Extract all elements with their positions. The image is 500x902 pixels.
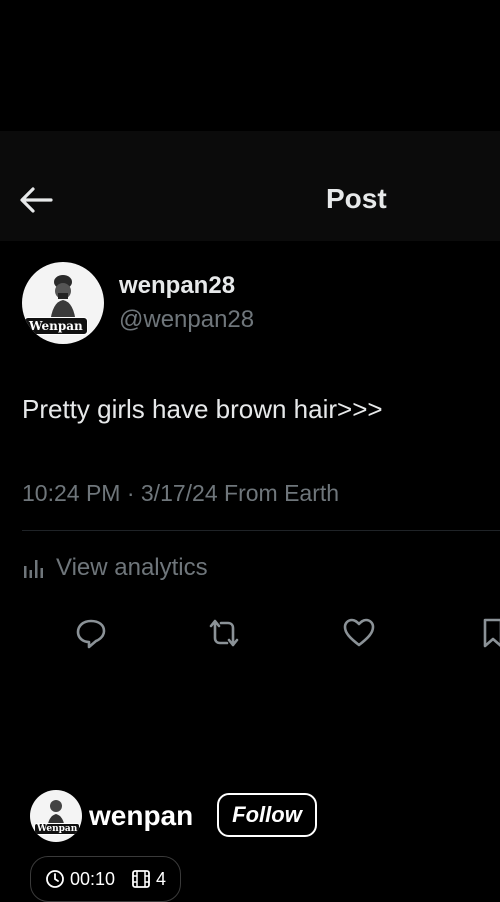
heart-icon <box>343 618 375 647</box>
duration-text: 00:10 <box>70 868 116 889</box>
repost-icon <box>209 619 239 647</box>
post-timestamp[interactable]: 10:24 PM · 3/17/24 From Earth <box>22 480 339 507</box>
repost-button[interactable] <box>205 616 243 650</box>
follow-button[interactable]: Follow <box>217 793 317 837</box>
footer-avatar-logo-text: Wenpan <box>34 823 81 835</box>
top-bar: Post <box>0 131 500 241</box>
post-text: Pretty girls have brown hair>>> <box>22 394 383 424</box>
film-icon <box>132 870 150 888</box>
bar-chart-icon <box>24 560 43 578</box>
clip-count-text: 4 <box>156 868 167 889</box>
bookmark-icon <box>483 618 500 648</box>
page-title: Post <box>326 183 387 214</box>
footer-avatar[interactable]: Wenpan <box>30 790 82 842</box>
arrow-left-icon <box>20 187 53 213</box>
author-display-name[interactable]: wenpan28 <box>119 272 235 300</box>
avatar[interactable]: Wenpan <box>22 262 104 344</box>
back-button[interactable] <box>18 185 58 215</box>
view-analytics-label: View analytics <box>56 554 208 581</box>
clip-count-group: 4 <box>131 869 166 890</box>
video-info-pill: 00:10 4 <box>30 856 182 902</box>
divider <box>22 530 500 531</box>
reply-button[interactable] <box>72 616 110 650</box>
footer-account-name[interactable]: wenpan <box>89 800 193 832</box>
bookmark-button[interactable] <box>474 616 500 650</box>
clock-icon <box>46 870 64 888</box>
duration-group: 00:10 <box>45 869 115 890</box>
like-button[interactable] <box>340 616 378 650</box>
reply-icon <box>76 619 106 649</box>
avatar-logo-text: Wenpan <box>24 317 88 335</box>
view-analytics-link[interactable]: View analytics <box>22 552 208 584</box>
author-handle[interactable]: @wenpan28 <box>119 306 254 334</box>
